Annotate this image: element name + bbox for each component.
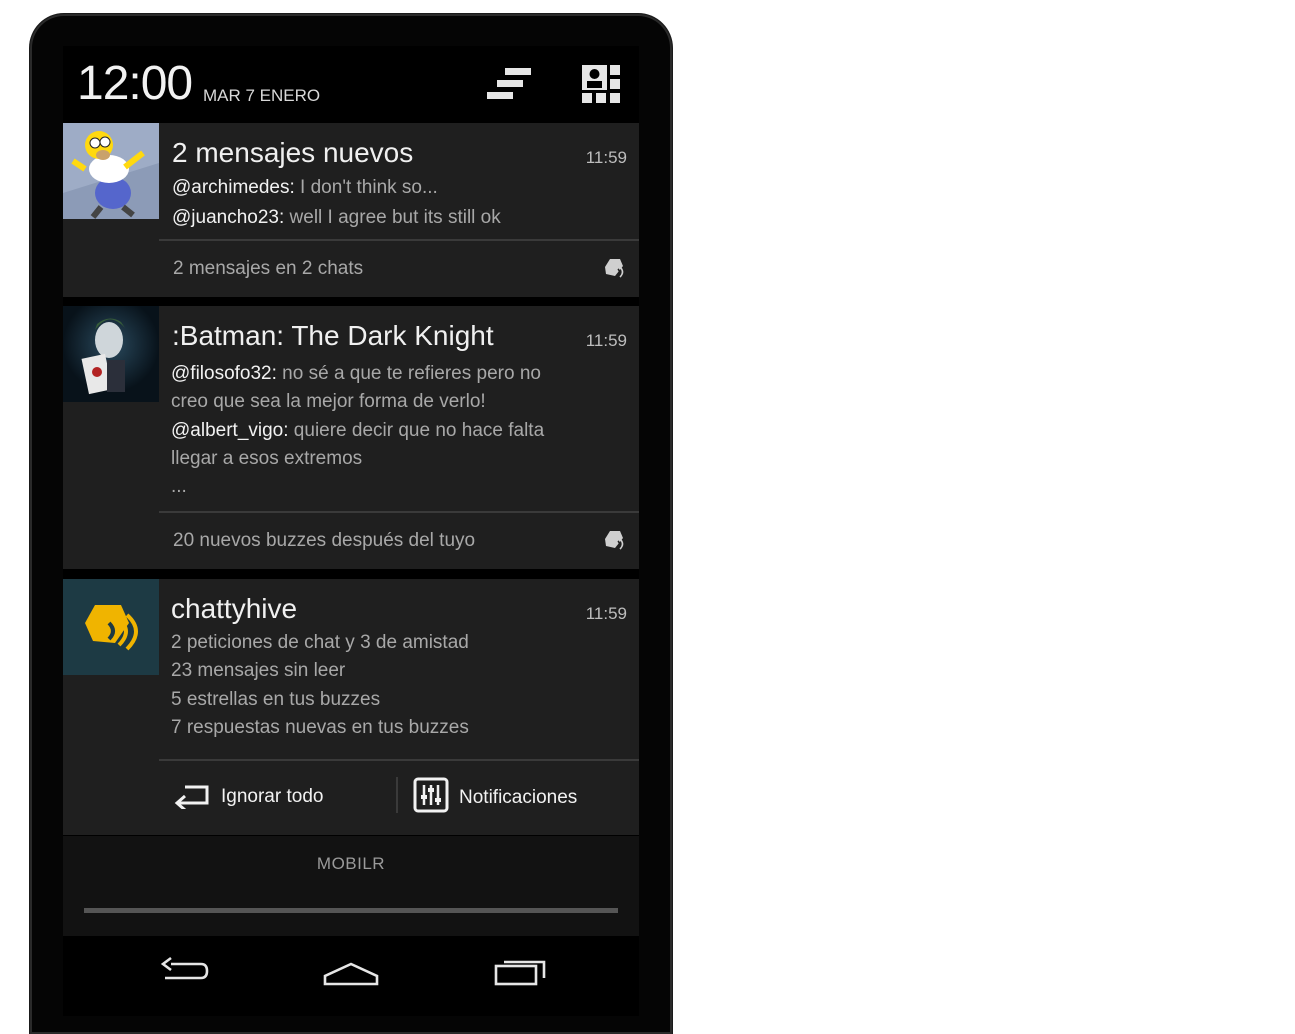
- summary-line: 5 estrellas en tus buzzes: [171, 689, 381, 710]
- notification-time: 11:59: [585, 331, 627, 350]
- carrier-label: MOBILR: [316, 854, 386, 873]
- sender-name: @archimedes:: [172, 177, 295, 198]
- notification-settings-button[interactable]: Notificaciones: [413, 777, 577, 819]
- notification-time: 11:59: [585, 148, 627, 167]
- avatar-joker: [63, 306, 159, 402]
- clock: 12:00: [77, 57, 193, 110]
- quick-settings-icon[interactable]: [581, 64, 621, 109]
- back-icon[interactable]: [157, 954, 209, 995]
- message-line: creo que sea la mejor forma de verlo!: [171, 391, 486, 413]
- notification-card-chattyhive[interactable]: chattyhive 11:59 2 peticiones de chat y …: [63, 579, 639, 835]
- chattyhive-icon: [63, 579, 159, 675]
- message-text: no sé a que te refieres pero no: [276, 363, 541, 384]
- divider: [159, 239, 639, 241]
- message-line: @juancho23: well I agree but its still o…: [172, 207, 501, 229]
- divider: [159, 511, 639, 513]
- notification-summary: 2 mensajes en 2 chats: [173, 258, 364, 279]
- divider: [159, 759, 639, 761]
- sort-bars-icon[interactable]: [485, 64, 531, 109]
- notification-title: :Batman: The Dark Knight: [172, 320, 494, 351]
- message-line: @filosofo32: no sé a que te refieres per…: [171, 363, 541, 385]
- dismiss-all-button[interactable]: Ignorar todo: [173, 779, 323, 815]
- home-icon[interactable]: [323, 954, 379, 995]
- sender-name: @filosofo32:: [171, 363, 277, 384]
- avatar-homer: [63, 123, 159, 219]
- sender-name: @juancho23:: [172, 207, 285, 228]
- message-text: I don't think so...: [294, 177, 438, 198]
- recents-icon[interactable]: [493, 954, 549, 995]
- summary-line: 2 peticiones de chat y 3 de amistad: [171, 632, 469, 653]
- message-line: @albert_vigo: quiere decir que no hace f…: [171, 420, 544, 442]
- chattyhive-small-icon: [601, 529, 627, 556]
- chattyhive-small-icon: [601, 257, 627, 284]
- shade-drag-handle[interactable]: [84, 908, 618, 913]
- notification-time: 11:59: [585, 604, 627, 623]
- notification-title: chattyhive: [171, 593, 298, 624]
- navigation-bar: [63, 936, 639, 1016]
- notification-card-chat-group[interactable]: :Batman: The Dark Knight 11:59 @filosofo…: [63, 306, 639, 569]
- message-text: llegar a esos extremos: [171, 448, 363, 469]
- action-separator: [396, 777, 398, 813]
- summary-line: 23 mensajes sin leer: [171, 660, 346, 681]
- status-header: 12:00 MAR 7 ENERO: [63, 46, 639, 122]
- notification-settings-label: Notificaciones: [459, 787, 578, 808]
- message-text: ...: [171, 476, 187, 497]
- notification-card-messages[interactable]: 2 mensajes nuevos 11:59 @archimedes: I d…: [63, 123, 639, 297]
- notification-title: 2 mensajes nuevos: [172, 137, 414, 168]
- sender-name: @albert_vigo:: [171, 420, 289, 441]
- message-text: creo que sea la mejor forma de verlo!: [171, 391, 486, 412]
- dismiss-all-label: Ignorar todo: [221, 786, 324, 807]
- message-text: quiere decir que no hace falta: [288, 420, 545, 441]
- homescreen-peek: [63, 836, 639, 936]
- summary-line: 7 respuestas nuevas en tus buzzes: [171, 717, 469, 738]
- message-ellipsis: ...: [171, 476, 187, 498]
- message-text: well I agree but its still ok: [284, 207, 501, 228]
- reply-arrow-icon: [173, 779, 211, 815]
- sliders-icon: [413, 777, 449, 819]
- notification-summary: 20 nuevos buzzes después del tuyo: [173, 530, 476, 551]
- date-label: MAR 7 ENERO: [203, 86, 321, 105]
- message-line: @archimedes: I don't think so...: [172, 177, 438, 199]
- message-line: llegar a esos extremos: [171, 448, 362, 470]
- notification-shade: 12:00 MAR 7 ENERO 2 mensajes nuevos 11:5…: [63, 46, 639, 936]
